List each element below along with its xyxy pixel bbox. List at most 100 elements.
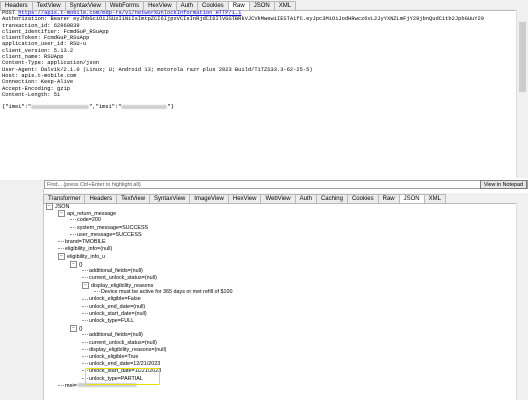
collapse-toggle-icon[interactable]: − <box>82 282 89 290</box>
tree-connector <box>82 269 88 271</box>
tree-connector <box>82 356 88 358</box>
json-tree-node[interactable]: system_message=SUCCESS <box>46 225 516 232</box>
response-tab-caching[interactable]: Caching <box>315 194 348 203</box>
tab-xml[interactable]: XML <box>273 1 297 10</box>
json-tree-node[interactable]: display_eligibility_reasons=(null) <box>46 347 516 354</box>
body-suffix: "} <box>167 104 174 111</box>
json-node-label: eligibility_info_u <box>67 254 106 261</box>
body-prefix: {"imei":" <box>2 104 32 111</box>
request-body: {"imei":" ","imsi":" "} <box>2 104 518 110</box>
tree-connector <box>82 305 88 307</box>
tree-connector <box>82 276 88 278</box>
json-tree-node[interactable]: unlock_eligible=True <box>46 354 516 361</box>
json-node-label: current_unlock_status=(null) <box>89 339 157 346</box>
tab-raw[interactable]: Raw <box>227 1 250 10</box>
json-tree-node[interactable]: current_unlock_status=(null) <box>46 340 516 347</box>
response-tab-imageview[interactable]: ImageView <box>189 194 229 203</box>
scroll-thumb[interactable] <box>519 22 526 92</box>
unlock-dates-highlight <box>85 368 160 385</box>
tab-auth[interactable]: Auth <box>175 1 198 10</box>
tree-connector <box>70 219 76 221</box>
response-tab-auth[interactable]: Auth <box>294 194 317 203</box>
tree-connector <box>82 312 88 314</box>
request-url[interactable]: https://apis.t-mobile.com/mdp-ra/v1/netw… <box>18 10 241 16</box>
tab-hexview[interactable]: HexView <box>143 1 177 10</box>
response-tab-textview[interactable]: TextView <box>116 194 151 203</box>
response-tab-xml[interactable]: XML <box>423 194 446 203</box>
tab-json[interactable]: JSON <box>248 1 275 10</box>
json-node-label: {} <box>79 326 83 333</box>
json-node-label: additional_fields=(null) <box>89 267 143 274</box>
tree-connector <box>70 233 76 235</box>
json-tree-node[interactable]: − api_return_message <box>46 210 516 218</box>
json-node-label: additional_fields=(null) <box>89 332 143 339</box>
json-tree-node[interactable]: eligibility_info=(null) <box>46 246 516 253</box>
collapse-toggle-icon[interactable]: − <box>70 260 77 268</box>
response-tab-json[interactable]: JSON <box>398 194 425 203</box>
collapse-toggle-icon[interactable]: − <box>46 203 53 210</box>
json-tree-node[interactable]: current_unlock_status=(null) <box>46 275 516 282</box>
json-tree-node[interactable]: − eligibility_info_u <box>46 253 516 261</box>
tab-cookies[interactable]: Cookies <box>197 1 229 10</box>
response-scrollbar[interactable] <box>516 203 528 400</box>
response-tab-cookies[interactable]: Cookies <box>346 194 379 203</box>
json-tree-node[interactable]: additional_fields=(null) <box>46 268 516 275</box>
json-node-label: unlock_eligible=True <box>89 353 139 360</box>
json-node-label: current_unlock_status=(null) <box>89 274 157 281</box>
raw-request-view[interactable]: POST https://apis.t-mobile.com/mdp-ra/v1… <box>0 10 518 178</box>
json-node-label: brand=TMOBILE <box>65 238 106 245</box>
tree-connector <box>82 348 88 350</box>
tree-connector <box>94 291 100 293</box>
json-node-label: Device must be active for 365 days or me… <box>101 289 233 296</box>
tab-webforms[interactable]: WebForms <box>104 1 145 10</box>
tree-connector <box>82 298 88 300</box>
tab-syntaxview[interactable]: SyntaxView <box>64 1 106 10</box>
json-node-label: api_return_message <box>67 211 117 218</box>
json-tree-node[interactable]: − JSON <box>46 203 516 210</box>
json-tree-node[interactable]: Device must be active for 365 days or me… <box>46 289 516 296</box>
tree-connector <box>70 226 76 228</box>
view-in-notepad-button[interactable]: View in Notepad <box>479 180 527 189</box>
response-tab-syntaxview[interactable]: SyntaxView <box>149 194 191 203</box>
json-tree-node[interactable]: − display_eligibility_reasons <box>46 282 516 290</box>
response-tab-raw[interactable]: Raw <box>377 194 400 203</box>
left-gutter <box>0 189 44 400</box>
collapse-toggle-icon[interactable]: − <box>58 210 65 218</box>
tree-connector <box>82 363 88 365</box>
body-mid: ","imsi":" <box>89 104 122 111</box>
json-node-label: display_eligibility_reasons <box>91 282 154 289</box>
json-node-label: unlock_end_date=(null) <box>89 303 146 310</box>
redacted-imei <box>31 104 90 109</box>
redacted-imsi <box>121 104 168 109</box>
response-tab-transformer[interactable]: Transformer <box>43 194 86 203</box>
request-scrollbar[interactable] <box>516 10 528 178</box>
json-node-label: unlock_end_date=12/21/2023 <box>89 361 161 368</box>
request-headers: Authorization: Bearer eyJhbGciOiJSUzI1Ni… <box>2 16 518 98</box>
json-tree-node[interactable]: unlock_type=FULL <box>46 318 516 325</box>
json-node-label: code=200 <box>77 217 101 224</box>
response-tab-webview[interactable]: WebView <box>260 194 296 203</box>
json-tree-node[interactable]: unlock_eligible=False <box>46 296 516 303</box>
collapse-toggle-icon[interactable]: − <box>58 253 65 261</box>
collapse-toggle-icon[interactable]: − <box>70 325 77 333</box>
json-tree-node[interactable]: unlock_start_date=(null) <box>46 311 516 318</box>
request-header-line: Content-Length: 51 <box>2 91 61 98</box>
tab-textview[interactable]: TextView <box>31 1 66 10</box>
json-node-label: unlock_eligible=False <box>89 296 141 303</box>
response-tab-headers[interactable]: Headers <box>84 194 118 203</box>
json-tree-node[interactable]: user_message=SUCCESS <box>46 232 516 239</box>
json-tree-node[interactable]: code=200 <box>46 217 516 224</box>
json-node-label: JSON <box>55 203 70 210</box>
json-tree-node[interactable]: −{} <box>46 325 516 333</box>
tab-headers[interactable]: Headers <box>0 1 33 10</box>
json-node-label: {} <box>79 261 83 268</box>
json-tree-node[interactable]: brand=TMOBILE <box>46 239 516 246</box>
json-tree-node[interactable]: additional_fields=(null) <box>46 332 516 339</box>
response-tab-hexview[interactable]: HexView <box>227 194 262 203</box>
find-bar: Find... (press Ctrl+Enter to highlight a… <box>44 180 528 189</box>
find-input[interactable]: Find... (press Ctrl+Enter to highlight a… <box>47 181 141 189</box>
json-tree-node[interactable]: unlock_end_date=(null) <box>46 304 516 311</box>
json-node-label: unlock_start_date=(null) <box>89 310 147 317</box>
json-node-label: eligibility_info=(null) <box>65 246 113 253</box>
json-tree-node[interactable]: −{} <box>46 260 516 268</box>
